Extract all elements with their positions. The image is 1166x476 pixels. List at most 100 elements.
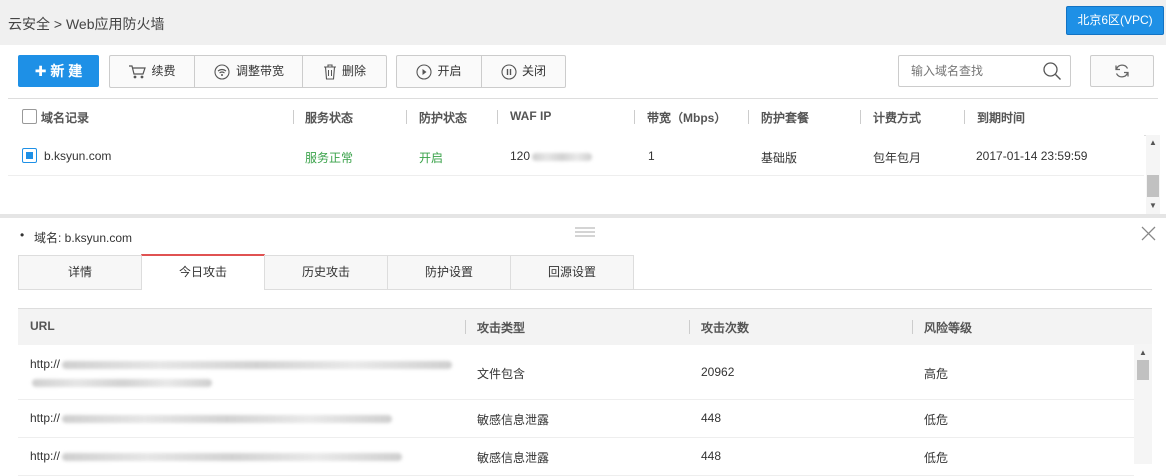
detail-tabs: 详情 今日攻击 历史攻击 防护设置 回源设置 (18, 254, 1152, 290)
close-button[interactable]: 关闭 (482, 56, 565, 87)
open-button[interactable]: 开启 (397, 56, 482, 87)
column-divider[interactable] (634, 110, 635, 124)
url-prefix: http:// (30, 411, 61, 425)
search-input[interactable] (909, 63, 1043, 79)
search-box (898, 55, 1071, 87)
redacted-url-line2 (32, 379, 212, 387)
header-attack-count: 攻击次数 (701, 321, 750, 335)
cell-expire: 2017-01-14 23:59:59 (976, 149, 1088, 163)
select-all-checkbox[interactable] (22, 109, 37, 124)
scroll-thumb[interactable] (1147, 175, 1159, 197)
scroll-down-icon[interactable]: ▼ (1149, 201, 1157, 210)
toolbar: ✚ 新 建 续费 调整带宽 删除 开启 关闭 (0, 45, 1166, 98)
cell-bandwidth: 1 (648, 149, 655, 163)
row-checkbox[interactable] (22, 148, 37, 163)
attack-table-header: URL 攻击类型 攻击次数 风险等级 (18, 308, 1152, 346)
attack-table-scrollbar[interactable]: ▲ (1134, 344, 1152, 464)
column-divider[interactable] (748, 110, 749, 124)
cell-domain: b.ksyun.com (44, 149, 112, 163)
column-divider[interactable] (912, 320, 913, 334)
redacted-url (62, 360, 453, 369)
close-icon[interactable] (1141, 226, 1156, 241)
delete-label: 删除 (341, 64, 366, 78)
header-package: 防护套餐 (761, 111, 810, 125)
action-group: 续费 调整带宽 删除 (109, 55, 387, 88)
new-button-label: 新 建 (50, 63, 83, 79)
domain-table-header: 域名记录 服务状态 防护状态 WAF IP 带宽（Mbps） 防护套餐 计费方式… (8, 98, 1158, 136)
table-row[interactable]: http:// 文件包含 20962 高危 (18, 345, 1134, 400)
tab-today-attacks[interactable]: 今日攻击 (141, 254, 265, 290)
switch-group: 开启 关闭 (396, 55, 566, 88)
scroll-thumb[interactable] (1137, 360, 1149, 380)
cell-url: http:// (30, 411, 393, 425)
cell-protect-status: 开启 (419, 151, 444, 165)
bullet-icon: • (20, 228, 25, 242)
header-bandwidth: 带宽（Mbps） (647, 111, 727, 125)
cell-billing: 包年包月 (873, 151, 922, 165)
cell-risk-level: 高危 (924, 367, 949, 381)
close-label: 关闭 (521, 64, 546, 78)
region-selector-button[interactable]: 北京6区(VPC) (1066, 6, 1164, 35)
column-divider[interactable] (689, 320, 690, 334)
tab-history-attacks[interactable]: 历史攻击 (264, 255, 388, 289)
header-billing: 计费方式 (873, 111, 922, 125)
table-row[interactable]: http:// 敏感信息泄露 448 低危 (18, 438, 1134, 476)
domain-table-scrollbar[interactable]: ▲ ▼ (1146, 135, 1160, 215)
column-divider[interactable] (860, 110, 861, 124)
cell-attack-type: 敏感信息泄露 (477, 413, 550, 427)
redacted-ip (532, 152, 593, 161)
cell-attack-count: 20962 (701, 365, 735, 379)
cell-attack-type: 文件包含 (477, 367, 526, 381)
url-prefix: http:// (30, 357, 61, 371)
table-row[interactable]: b.ksyun.com 服务正常 开启 120 1 基础版 包年包月 2017-… (8, 135, 1144, 176)
cell-service-status: 服务正常 (305, 151, 354, 165)
header-protect-status: 防护状态 (419, 111, 468, 125)
breadcrumb: 云安全 > Web应用防火墙 (8, 16, 165, 32)
column-divider[interactable] (465, 320, 466, 334)
scroll-up-icon[interactable]: ▲ (1149, 138, 1157, 147)
refresh-button[interactable] (1090, 55, 1154, 87)
cell-risk-level: 低危 (924, 451, 949, 465)
delete-button[interactable]: 删除 (303, 56, 386, 87)
tab-origin-settings[interactable]: 回源设置 (510, 255, 634, 289)
scroll-up-icon[interactable]: ▲ (1139, 348, 1147, 357)
table-row[interactable]: http:// 敏感信息泄露 448 低危 (18, 400, 1134, 438)
tab-protect-settings[interactable]: 防护设置 (387, 255, 511, 289)
plus-icon: ✚ (34, 63, 47, 79)
column-divider[interactable] (406, 110, 407, 124)
cell-waf-ip: 120 (510, 149, 593, 163)
url-prefix: http:// (30, 449, 61, 463)
header-expire: 到期时间 (977, 111, 1026, 125)
column-divider[interactable] (293, 110, 294, 124)
pause-icon (501, 63, 517, 80)
drag-handle-icon[interactable] (575, 226, 595, 238)
wifi-icon (214, 63, 230, 80)
cell-attack-count: 448 (701, 411, 722, 425)
cell-package: 基础版 (761, 151, 798, 165)
tab-details[interactable]: 详情 (18, 255, 142, 289)
adjust-bandwidth-label: 调整带宽 (235, 64, 284, 78)
header-risk-level: 风险等级 (924, 321, 973, 335)
renew-button[interactable]: 续费 (110, 56, 195, 87)
trash-icon (323, 63, 336, 80)
cell-risk-level: 低危 (924, 413, 949, 427)
column-divider[interactable] (964, 110, 965, 124)
new-button[interactable]: ✚ 新 建 (18, 55, 99, 87)
cell-url: http:// (30, 449, 403, 463)
refresh-icon (1115, 64, 1129, 78)
detail-panel: • 域名: b.ksyun.com 详情 今日攻击 历史攻击 防护设置 回源设置… (0, 218, 1166, 476)
adjust-bandwidth-button[interactable]: 调整带宽 (195, 56, 303, 87)
search-icon[interactable] (1042, 61, 1062, 81)
header-attack-type: 攻击类型 (477, 321, 526, 335)
header-domain: 域名记录 (41, 111, 90, 125)
top-bar: 云安全 > Web应用防火墙 北京6区(VPC) (0, 0, 1166, 45)
cart-icon (129, 64, 147, 78)
cell-attack-count: 448 (701, 449, 722, 463)
waf-ip-text: 120 (510, 149, 531, 163)
open-label: 开启 (437, 64, 462, 78)
header-service-status: 服务状态 (305, 111, 354, 125)
redacted-url (62, 452, 403, 461)
column-divider[interactable] (497, 110, 498, 124)
header-waf-ip: WAF IP (510, 109, 552, 123)
redacted-url (62, 414, 393, 423)
